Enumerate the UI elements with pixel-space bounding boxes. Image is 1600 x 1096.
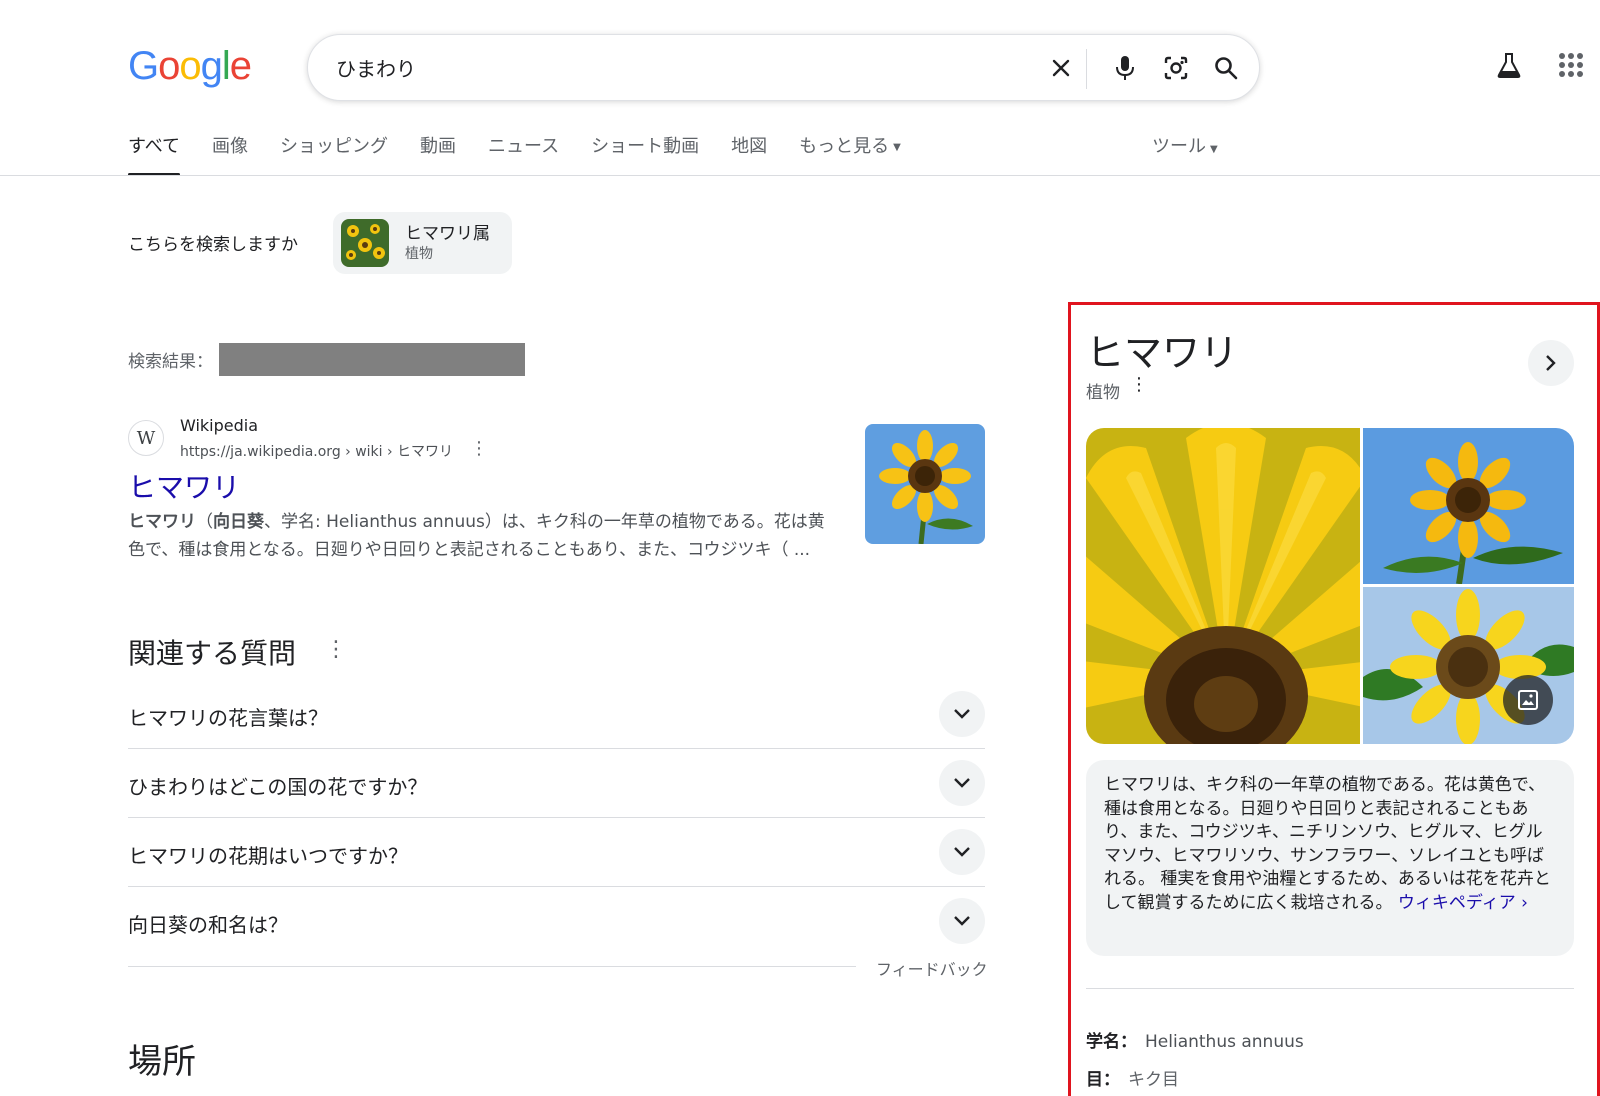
question-text: 向日葵の和名は？ (128, 913, 288, 937)
knowledge-panel-divider (1086, 988, 1574, 989)
sunflower-thumbnail (341, 219, 389, 267)
chevron-down-icon[interactable] (939, 898, 985, 944)
fact-key: 目： (1086, 1070, 1120, 1090)
logo-letter: o (158, 44, 180, 88)
fact-value-link[interactable]: キク目 (1128, 1070, 1179, 1090)
caret-down-icon: ▼ (1210, 144, 1218, 155)
search-input[interactable] (336, 55, 976, 79)
tools-label: ツール (1152, 136, 1206, 157)
did-you-mean-title: ヒマワリ属 (405, 224, 490, 244)
places-section-title: 場所 (128, 1042, 196, 1082)
caret-down-icon: ▼ (893, 141, 901, 153)
more-vert-icon[interactable]: ⋮ (325, 637, 347, 662)
lens-icon[interactable] (1159, 51, 1193, 85)
feedback-divider (128, 966, 856, 967)
fact-key: 学名： (1086, 1032, 1137, 1052)
tab-more[interactable]: もっと見る ▼ (799, 132, 901, 172)
logo-letter: e (229, 44, 252, 88)
question-text: ヒマワリの花言葉は？ (128, 706, 328, 730)
more-vert-icon[interactable]: ⋮ (470, 438, 488, 459)
search-divider (1086, 49, 1087, 89)
search-box[interactable] (307, 34, 1260, 101)
search-icon[interactable] (1209, 51, 1243, 85)
snippet-paren: （ (196, 512, 213, 532)
result-title-link[interactable]: ヒマワリ (128, 466, 240, 506)
tab-maps[interactable]: 地図 (731, 132, 767, 172)
more-vert-icon[interactable]: ⋮ (1130, 374, 1148, 395)
result-site-name[interactable]: Wikipedia (180, 416, 258, 435)
header-divider (0, 175, 1600, 176)
tab-images[interactable]: 画像 (212, 132, 248, 172)
did-you-mean-label: こちらを検索しますか (128, 235, 298, 255)
knowledge-panel-title: ヒマワリ (1086, 331, 1239, 375)
wikipedia-source-link[interactable]: ウィキペディア › (1398, 893, 1528, 913)
question-row[interactable]: 向日葵の和名は？ (128, 887, 985, 956)
logo-letter: G (128, 44, 159, 88)
question-text: ひまわりはどこの国の花ですか？ (128, 775, 428, 799)
search-tabs: すべて 画像 ショッピング 動画 ニュース ショート動画 地図 もっと見る ▼ (128, 132, 933, 176)
wikipedia-favicon[interactable]: W (128, 420, 164, 456)
redacted-block (219, 343, 525, 376)
image-gallery-icon[interactable] (1503, 675, 1553, 725)
flask-icon[interactable] (1492, 48, 1526, 82)
tab-short-videos[interactable]: ショート動画 (591, 132, 699, 172)
sunflower-image-top[interactable] (1363, 428, 1574, 585)
did-you-mean-chip[interactable]: ヒマワリ属 植物 (333, 212, 512, 274)
fact-value: Helianthus annuus (1145, 1032, 1304, 1052)
tab-shopping[interactable]: ショッピング (280, 132, 388, 172)
fact-order: 目： キク目 (1086, 1065, 1179, 1090)
question-row[interactable]: ひまわりはどこの国の花ですか？ (128, 749, 985, 818)
results-label: 検索結果： (128, 352, 213, 372)
tools-button[interactable]: ツール ▼ (1152, 132, 1218, 158)
chevron-down-icon[interactable] (939, 760, 985, 806)
tab-more-label: もっと見る (799, 136, 890, 157)
chevron-down-icon[interactable] (939, 829, 985, 875)
result-thumbnail[interactable] (865, 424, 985, 544)
fact-scientific-name: 学名： Helianthus annuus (1086, 1027, 1304, 1052)
knowledge-panel-description: ヒマワリは、キク科の一年草の植物である。花は黄色で、種は食用となる。日廻りや日回… (1086, 760, 1574, 956)
tab-news[interactable]: ニュース (488, 132, 559, 172)
close-icon[interactable] (1044, 51, 1078, 85)
sunflower-image-large[interactable] (1086, 428, 1419, 744)
apps-grid-icon[interactable] (1554, 48, 1588, 82)
chevron-right-icon[interactable] (1528, 340, 1574, 386)
result-url[interactable]: https://ja.wikipedia.org › wiki › ヒマワリ (180, 441, 453, 461)
snippet-bold: ヒマワリ (128, 512, 196, 532)
question-row[interactable]: ヒマワリの花期はいつですか？ (128, 818, 985, 887)
knowledge-panel-subtitle: 植物 (1086, 383, 1120, 403)
feedback-link[interactable]: フィードバック (876, 956, 988, 980)
result-snippet: ヒマワリ（向日葵、学名: Helianthus annuus）は、キク科の一年草… (128, 508, 828, 564)
logo-letter: l (221, 44, 231, 88)
mic-icon[interactable] (1108, 51, 1142, 85)
tab-videos[interactable]: 動画 (420, 132, 456, 172)
question-row[interactable]: ヒマワリの花言葉は？ (128, 680, 985, 749)
related-questions-title: 関連する質問 (128, 637, 297, 670)
snippet-bold: 向日葵 (213, 512, 264, 532)
did-you-mean-subtitle: 植物 (405, 246, 433, 262)
knowledge-panel-images[interactable] (1086, 428, 1574, 744)
question-text: ヒマワリの花期はいつですか？ (128, 844, 408, 868)
logo-letter: g (200, 44, 223, 88)
chevron-down-icon[interactable] (939, 691, 985, 737)
google-logo[interactable]: Google (128, 44, 252, 89)
logo-letter: o (179, 44, 201, 88)
tab-all[interactable]: すべて (128, 132, 181, 176)
